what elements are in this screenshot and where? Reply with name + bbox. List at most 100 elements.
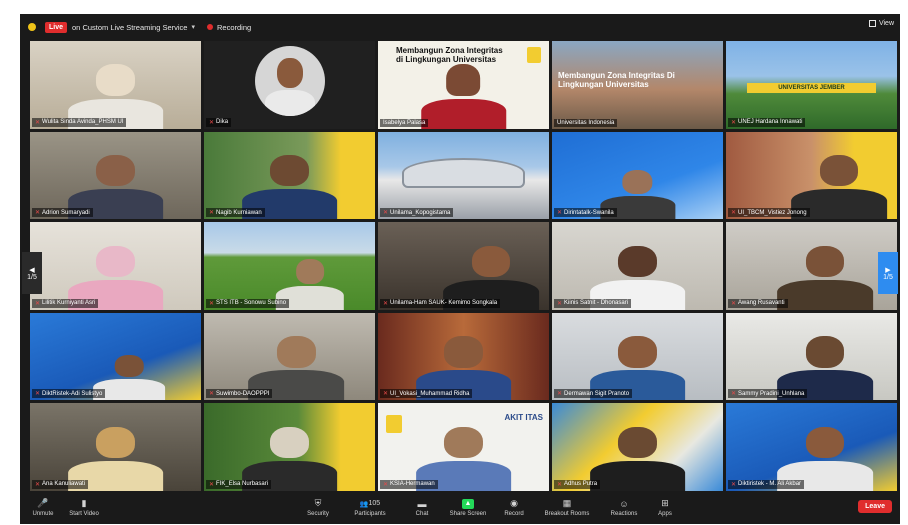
recording-dot-icon — [207, 24, 213, 30]
view-button[interactable]: View — [868, 20, 894, 27]
chevron-right-icon: ▶ — [885, 266, 891, 274]
participant-name-label: ✕ Diktiristek - M. Ali Akbar — [728, 479, 805, 489]
participant-name-label: ✕ UI_Vokasi_Muhammad Ridha — [380, 389, 473, 399]
record-icon: ◉ — [510, 498, 518, 508]
shield-icon: ⛨ — [314, 498, 322, 508]
participants-count: 105 — [368, 500, 381, 507]
stream-service-label[interactable]: on Custom Live Streaming Service — [72, 23, 187, 32]
leave-button[interactable]: Leave — [858, 500, 892, 513]
share-screen-button[interactable]: ▲ Share Screen — [444, 491, 492, 524]
participant-tile[interactable]: ✕ UI_TBCM_Vistiez Jonong — [726, 131, 897, 220]
slide-title: Membangun Zona Integritas Di Lingkungan … — [558, 71, 675, 90]
participant-name-label: ✕ Unilama_Kopogistama — [380, 208, 454, 218]
slide-title: AKIT ITAS — [504, 413, 543, 423]
mic-muted-icon: ✕ — [383, 210, 389, 217]
participant-name-label: ✕ KSIA-Hermawan — [380, 479, 438, 489]
participant-tile[interactable]: ✕ Nagib Kurniawan — [204, 131, 375, 220]
participant-name-label: Universitas Indonesia — [554, 118, 618, 127]
participant-tile[interactable]: UNIVERSITAS JEMBER ✕ UNEJ Hardana Innawat… — [726, 41, 897, 129]
chat-button[interactable]: ▬ Chat — [406, 491, 438, 524]
security-button[interactable]: ⛨ Security — [298, 491, 338, 524]
page-indicator: 1/5 — [883, 273, 893, 281]
chat-label: Chat — [415, 510, 429, 517]
participant-tile[interactable]: ✕ Diktiristek - M. Ali Akbar — [726, 403, 897, 491]
video-icon: ▮ — [81, 498, 87, 508]
participant-name-label: ✕ Dermawan Sigit Pranoto — [554, 389, 633, 399]
participant-tile[interactable]: Membangun Zona Integritas Di Lingkungan … — [552, 41, 723, 129]
participant-name-label: ✕ FIK_Elsa Nurbasari — [206, 479, 272, 489]
mic-muted-icon: ✕ — [209, 391, 215, 398]
participant-name-label: ✕ Adrion Sumaryadi — [32, 208, 93, 218]
previous-page-button[interactable]: ◀ 1/5 — [22, 252, 42, 294]
mic-muted-icon: ✕ — [383, 481, 389, 488]
reactions-label: Reactions — [610, 510, 638, 517]
security-label: Security — [307, 510, 329, 517]
participant-tile[interactable]: ✕ FIK_Elsa Nurbasari — [204, 403, 375, 491]
mic-muted-icon: ✕ — [209, 481, 215, 488]
encryption-shield-icon[interactable] — [28, 23, 36, 31]
meeting-top-bar: Live on Custom Live Streaming Service ▾ … — [20, 14, 900, 40]
live-badge[interactable]: Live — [45, 21, 68, 33]
university-logo-icon — [386, 415, 402, 434]
participant-tile[interactable]: ✕ DiktRistek-Adi Sulistyo — [30, 312, 201, 401]
mic-muted-icon: ✕ — [731, 300, 737, 307]
mic-muted-icon: ✕ — [209, 210, 215, 217]
participant-name-label: ✕ Lilitik Kurniyanti Asri — [32, 298, 99, 308]
participant-tile-active-speaker[interactable]: Membangun Zona Integritas di Lingkungan … — [378, 41, 549, 129]
mic-muted-icon: ✕ — [383, 391, 389, 398]
unmute-button[interactable]: 🎤 Unmute — [26, 491, 60, 524]
chevron-down-icon[interactable]: ▾ — [191, 23, 195, 31]
participant-tile[interactable]: ✕ Dika — [204, 41, 375, 129]
mic-muted-icon: ✕ — [35, 210, 41, 217]
participant-video — [420, 60, 507, 129]
mic-muted-icon: ✕ — [383, 300, 389, 307]
breakout-rooms-button[interactable]: ▦ Breakout Rooms — [538, 491, 596, 524]
mic-muted-icon: ✕ — [35, 391, 41, 398]
participant-video — [589, 423, 686, 491]
participant-name-label: ✕ Awang Rusavanti — [728, 298, 788, 308]
mic-muted-icon: ✕ — [35, 119, 41, 126]
participant-tile[interactable]: ✕ Dirintatalk-Swanila — [552, 131, 723, 220]
participant-tile[interactable]: ✕ Adrion Sumaryadi — [30, 131, 201, 220]
participant-name-label: ✕ Unilama-Ham SAUK- Kemimo Songkala — [380, 298, 501, 308]
participant-name-label: ✕ Dika — [206, 117, 232, 127]
participant-name-label: ✕ Kiinis Satnit - Dhonasari — [554, 298, 632, 308]
participant-tile[interactable]: ✕ Wulita Sinda Avinda_PHSM Ul — [30, 41, 201, 129]
apps-button[interactable]: ⊞ Apps — [650, 491, 680, 524]
participant-tile[interactable]: AKIT ITAS ✕ KSIA-Hermawan — [378, 403, 549, 491]
mic-muted-icon: ✕ — [731, 210, 737, 217]
participant-tile[interactable]: ✕ Awang Rusavanti — [726, 222, 897, 310]
mic-muted-icon: ✕ — [731, 391, 737, 398]
share-screen-label: Share Screen — [449, 510, 487, 517]
participant-tile[interactable]: ✕ Dermawan Sigit Pranoto — [552, 312, 723, 401]
mic-muted-icon: ✕ — [731, 481, 737, 488]
view-button-label: View — [878, 20, 894, 27]
mic-muted-icon: ✕ — [557, 210, 563, 217]
participant-name-label: ✕ UI_TBCM_Vistiez Jonong — [728, 208, 810, 218]
mic-muted-icon: ✕ — [731, 119, 737, 126]
participant-tile[interactable]: ✕ Ana Kanuliawati — [30, 403, 201, 491]
participant-tile[interactable]: ✕ Kiinis Satnit - Dhonasari — [552, 222, 723, 310]
participants-label: Participants — [354, 510, 386, 517]
participant-tile[interactable]: ✕ Suwimbo-DAOPPPI — [204, 312, 375, 401]
start-video-button[interactable]: ▮ Start Video — [64, 491, 104, 524]
participant-tile[interactable]: ✕ Lilitik Kurniyanti Asri — [30, 222, 201, 310]
mic-muted-icon: ✕ — [35, 481, 41, 488]
participant-tile[interactable]: ✕ Unilama_Kopogistama — [378, 131, 549, 220]
gallery-grid-icon — [868, 20, 876, 27]
participant-tile[interactable]: ✕ STS ITB - Sonowu Subino — [204, 222, 375, 310]
apps-label: Apps — [658, 510, 672, 517]
reactions-button[interactable]: ☺ Reactions — [604, 491, 644, 524]
participants-button[interactable]: 👥 105 Participants — [346, 491, 394, 524]
participant-name-label: ✕ Wulita Sinda Avinda_PHSM Ul — [32, 117, 127, 127]
record-label: Record — [504, 510, 524, 517]
participant-tile[interactable]: ✕ UI_Vokasi_Muhammad Ridha — [378, 312, 549, 401]
participant-name-label: Isabelya Palasa — [380, 118, 429, 127]
participant-tile[interactable]: ✕ Sammy Pradini_Unhlana — [726, 312, 897, 401]
record-button[interactable]: ◉ Record — [498, 491, 530, 524]
participant-tile[interactable]: ✕ Adhus Putra — [552, 403, 723, 491]
share-screen-icon: ▲ — [462, 498, 474, 509]
next-page-button[interactable]: ▶ 1/5 — [878, 252, 898, 294]
participant-tile[interactable]: ✕ Unilama-Ham SAUK- Kemimo Songkala — [378, 222, 549, 310]
mic-muted-icon: ✕ — [209, 119, 215, 126]
